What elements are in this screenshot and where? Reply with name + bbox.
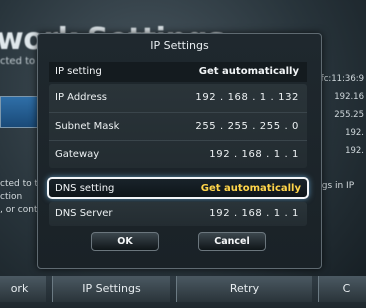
dns-setting-value: Get automatically bbox=[200, 183, 301, 194]
gateway-label: Gateway bbox=[55, 149, 100, 160]
dns-server-row: DNS Server 192 . 168 . 1 . 1 bbox=[49, 202, 307, 226]
dns-server-label: DNS Server bbox=[55, 208, 113, 219]
tv-network-icon bbox=[0, 96, 40, 128]
cancel-button[interactable]: Cancel bbox=[198, 232, 266, 251]
subnet-mask-row: Subnet Mask 255 . 255 . 255 . 0 bbox=[49, 112, 307, 141]
ip-setting-value: Get automatically bbox=[198, 66, 299, 77]
background-retry-button: Retry bbox=[176, 276, 312, 302]
dialog-title: IP Settings bbox=[150, 39, 209, 52]
ip-settings-dialog: IP Settings IP setting Get automatically… bbox=[37, 33, 322, 269]
background-ip-value: 192.16 bbox=[334, 92, 364, 102]
subnet-mask-label: Subnet Mask bbox=[55, 121, 120, 132]
dns-setting-row[interactable]: DNS setting Get automatically bbox=[47, 177, 309, 199]
background-ip-settings-button: IP Settings bbox=[52, 276, 170, 302]
gateway-value: 192 . 168 . 1 . 1 bbox=[209, 149, 299, 160]
ip-address-row: IP Address 192 . 168 . 1 . 132 bbox=[49, 84, 307, 112]
ip-setting-row[interactable]: IP setting Get automatically bbox=[49, 62, 307, 82]
ok-button[interactable]: OK bbox=[91, 232, 159, 251]
background-dns-value: 192. bbox=[345, 146, 364, 156]
ip-address-label: IP Address bbox=[55, 92, 107, 103]
gateway-row: Gateway 192 . 168 . 1 . 1 bbox=[49, 140, 307, 169]
background-network-values: fc:11:36:9 192.16 255.25 192. 192. bbox=[316, 70, 364, 160]
dns-server-value: 192 . 168 . 1 . 1 bbox=[209, 208, 299, 219]
background-network-button: ork bbox=[0, 276, 46, 302]
background-close-button: C bbox=[318, 276, 366, 302]
dns-setting-label: DNS setting bbox=[55, 183, 115, 194]
background-mac-value: fc:11:36:9 bbox=[320, 74, 364, 84]
ip-address-value: 192 . 168 . 1 . 132 bbox=[195, 92, 299, 103]
subnet-mask-value: 255 . 255 . 255 . 0 bbox=[195, 121, 299, 132]
ip-fields-panel: IP Address 192 . 168 . 1 . 132 Subnet Ma… bbox=[49, 84, 307, 168]
background-gateway-value: 192. bbox=[345, 128, 364, 138]
ip-setting-label: IP setting bbox=[55, 66, 102, 77]
background-mask-value: 255.25 bbox=[334, 110, 364, 120]
